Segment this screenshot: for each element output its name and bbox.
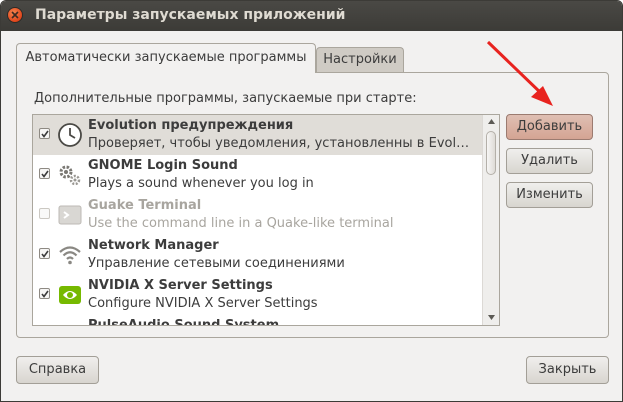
close-icon — [11, 11, 19, 19]
program-description: Проверяет, чтобы уведомления, установлен… — [88, 136, 476, 151]
red-arrow-annotation — [486, 40, 553, 106]
window-title: Параметры запускаемых приложений — [35, 7, 346, 23]
program-description: Configure NVIDIA X Server Settings — [88, 296, 318, 311]
title-bar[interactable]: Параметры запускаемых приложений — [1, 1, 622, 31]
help-button[interactable]: Справка — [16, 356, 99, 384]
checkbox[interactable] — [39, 208, 50, 219]
speaker-icon — [57, 322, 83, 326]
startup-list-label: Дополнительные программы, запускаемые пр… — [34, 91, 417, 106]
tab-options[interactable]: Настройки — [316, 47, 404, 73]
list-item[interactable]: Network Manager Управление сетевыми соед… — [33, 235, 482, 275]
remove-button[interactable]: Удалить — [506, 148, 593, 174]
list-item[interactable]: GNOME Login Sound Plays a sound whenever… — [33, 155, 482, 195]
check-icon — [41, 290, 49, 298]
close-button[interactable]: Закрыть — [526, 356, 609, 384]
list-item[interactable]: PulseAudio Sound System — [33, 315, 482, 326]
scroll-up-arrow-icon[interactable] — [488, 119, 495, 124]
program-name: PulseAudio Sound System — [88, 318, 280, 326]
program-name: Evolution предупреждения — [88, 118, 294, 133]
list-item[interactable]: Evolution предупреждения Проверяет, чтоб… — [33, 115, 482, 155]
checkbox[interactable] — [39, 128, 50, 139]
check-icon — [41, 170, 49, 178]
checkbox[interactable] — [39, 168, 50, 179]
program-name: NVIDIA X Server Settings — [88, 278, 273, 293]
close-window-button[interactable] — [7, 7, 23, 23]
startup-applications-window: Параметры запускаемых приложений Автомат… — [0, 0, 623, 402]
clock-icon — [58, 123, 82, 147]
nvidia-icon — [59, 286, 81, 304]
checkbox[interactable] — [39, 248, 50, 259]
scroll-down-arrow-icon[interactable] — [488, 315, 495, 320]
program-description: Управление сетевыми соединениями — [88, 256, 345, 271]
gears-icon — [59, 165, 81, 186]
checkbox[interactable] — [39, 288, 50, 299]
program-name: Network Manager — [88, 238, 219, 253]
program-name: GNOME Login Sound — [88, 158, 238, 173]
startup-programs-list[interactable]: Evolution предупреждения Проверяет, чтоб… — [32, 114, 500, 326]
scrollbar-thumb[interactable] — [486, 131, 496, 175]
add-button[interactable]: Добавить — [506, 114, 593, 140]
program-description: Use the command line in a Quake-like ter… — [88, 216, 394, 231]
terminal-icon — [58, 205, 82, 225]
check-icon — [41, 250, 49, 258]
tab-startup-programs[interactable]: Автоматически запускаемые программы — [16, 43, 316, 73]
list-item[interactable]: NVIDIA X Server Settings Configure NVIDI… — [33, 275, 482, 315]
vertical-scrollbar[interactable] — [482, 115, 499, 325]
program-description: Plays a sound whenever you log in — [88, 176, 314, 191]
wireless-icon — [59, 246, 81, 265]
edit-button[interactable]: Изменить — [506, 182, 593, 208]
check-icon — [41, 130, 49, 138]
list-item[interactable]: Guake Terminal Use the command line in a… — [33, 195, 482, 235]
program-name: Guake Terminal — [88, 198, 202, 213]
